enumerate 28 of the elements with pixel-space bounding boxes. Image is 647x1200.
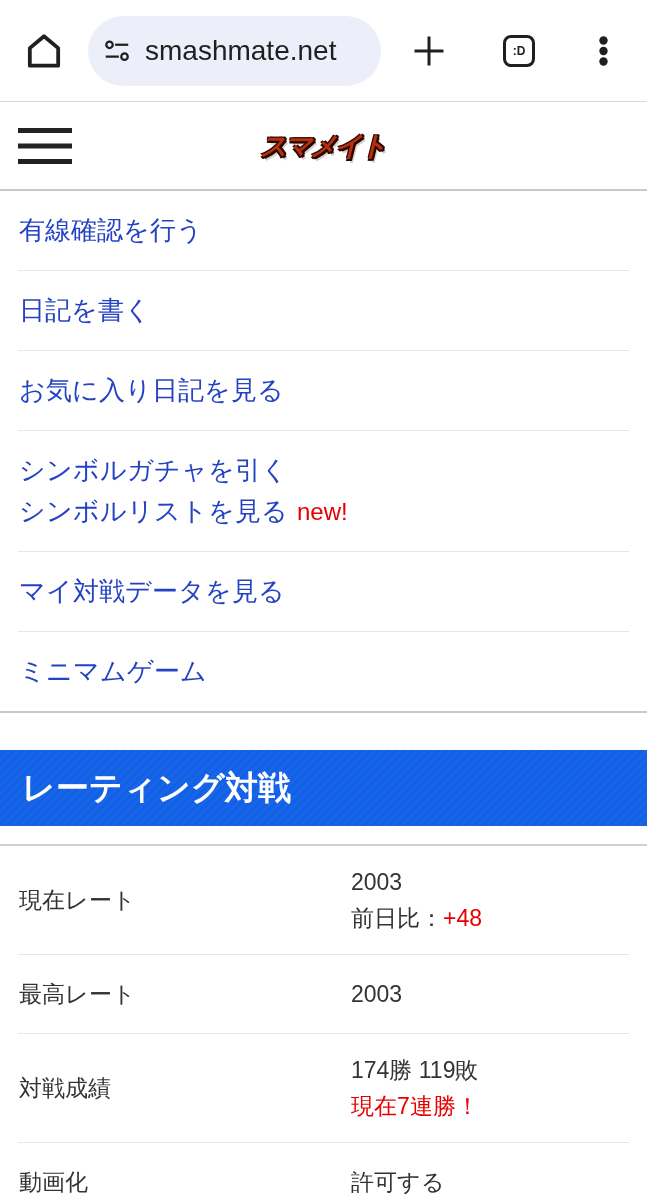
menu-icon[interactable] [18,127,72,164]
stat-label: 最高レート [19,980,137,1009]
home-icon[interactable] [27,33,61,68]
menu-link[interactable]: シンボルリストを見る [19,496,288,526]
plus-icon[interactable] [413,34,445,67]
stat-value: 2003 [351,981,403,1007]
menu-link[interactable]: マイ対戦データを見る [19,576,285,606]
stat-value: +48 [443,905,482,931]
new-label: new! [297,498,348,525]
stat-value: 前日比： [351,905,443,931]
menu-link[interactable]: ミニマムゲーム [19,656,207,686]
address-bar[interactable]: smashmate.net [88,15,381,86]
stat-label: 対戦成績 [19,1074,112,1103]
menu-link[interactable]: 日記を書く [19,295,151,325]
url-text: smashmate.net [145,33,337,68]
site-logo[interactable]: スマメイト [254,124,393,167]
tab-switcher-button[interactable]: :D [503,34,535,67]
more-icon[interactable] [599,35,608,66]
stat-label: 動画化 [19,1168,89,1197]
stat-value: 許可する [351,1169,445,1195]
menu-link[interactable]: 有線確認を行う [19,215,203,245]
menu-link[interactable]: シンボルガチャを引く [19,455,288,485]
stat-value: 174勝 119敗 [351,1057,479,1083]
menu-link[interactable]: お気に入り日記を見る [19,375,284,405]
stat-value: 現在7連勝！ [351,1093,479,1119]
stat-value: 2003 [351,869,403,895]
stat-label: 現在レート [19,886,137,915]
section-heading: レーティング対戦 [0,750,647,826]
